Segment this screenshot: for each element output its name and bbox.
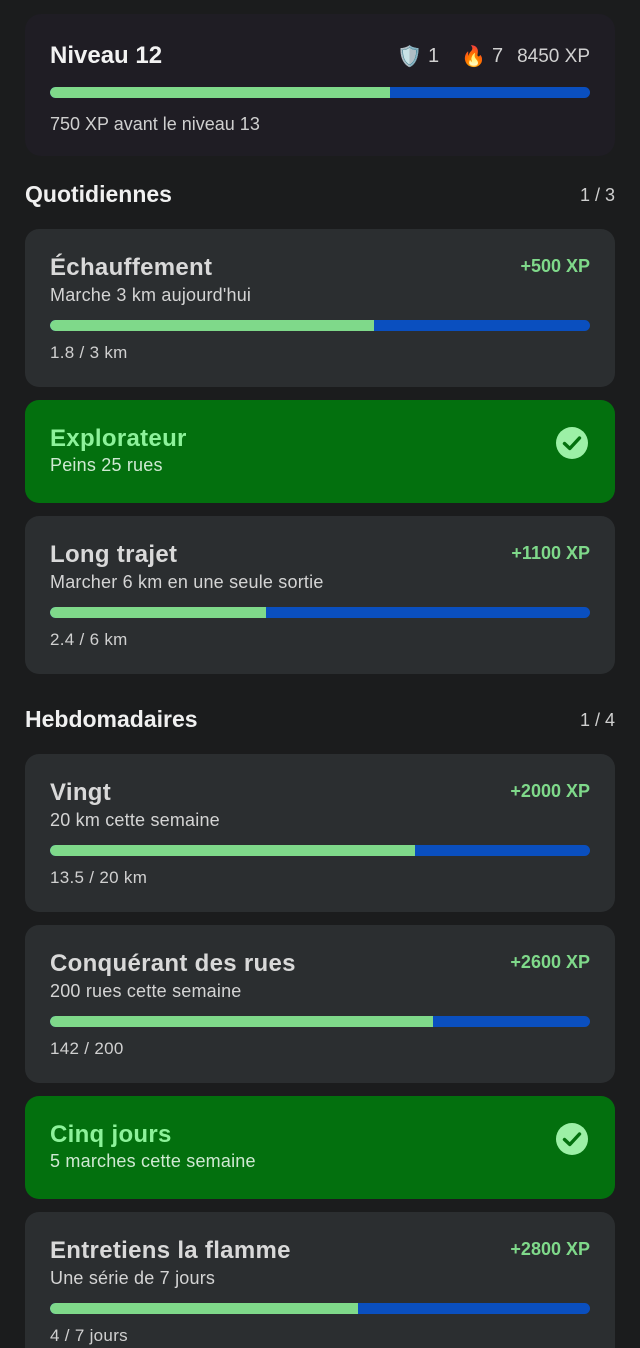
quest-card[interactable]: Long trajet +1100 XP Marcher 6 km en une…: [25, 516, 615, 674]
quest-card[interactable]: Échauffement +500 XP Marche 3 km aujourd…: [25, 229, 615, 387]
quest-progress-fill: [50, 320, 374, 331]
quest-progress-bar: [50, 1303, 590, 1314]
quest-card[interactable]: Conquérant des rues +2600 XP 200 rues ce…: [25, 925, 615, 1083]
quest-progress-text: 1.8 / 3 km: [50, 343, 128, 362]
quest-xp-reward: +2000 XP: [510, 781, 590, 801]
quest-progress-text: 4 / 7 jours: [50, 1326, 128, 1345]
level-progress-bar: [50, 87, 590, 98]
quest-xp-reward: +500 XP: [520, 256, 590, 276]
level-title: Niveau 12: [50, 42, 163, 69]
quest-progress-text: 142 / 200: [50, 1039, 124, 1058]
quest-xp-reward: +1100 XP: [511, 543, 590, 563]
quest-xp-reward: +2600 XP: [510, 952, 590, 972]
streak-count: 7: [491, 45, 504, 67]
quest-description: Marcher 6 km en une seule sortie: [50, 572, 324, 592]
shield-icon: 🛡️: [397, 46, 422, 68]
quest-progress-bar: [50, 845, 590, 856]
quest-progress-fill: [50, 1016, 434, 1027]
quest-title: Conquérant des rues: [50, 950, 296, 977]
level-subtitle: 750 XP avant le niveau 13: [50, 114, 260, 134]
check-circle-icon: [556, 1123, 588, 1155]
shield-count: 1: [427, 45, 440, 67]
section-count-daily: 1 / 3: [579, 185, 615, 205]
quest-description: 200 rues cette semaine: [50, 981, 242, 1001]
quest-title: Cinq jours: [50, 1121, 172, 1148]
total-xp: 8450 XP: [517, 45, 590, 67]
section-title-weekly: Hebdomadaires: [25, 706, 198, 732]
section-title-daily: Quotidiennes: [25, 181, 172, 207]
check-circle-icon: [556, 427, 588, 459]
quest-description: 5 marches cette semaine: [50, 1151, 256, 1171]
quest-xp-reward: +2800 XP: [510, 1239, 590, 1259]
quest-progress-bar: [50, 1016, 590, 1027]
quest-title: Entretiens la flamme: [50, 1237, 291, 1264]
quest-progress-text: 13.5 / 20 km: [50, 868, 148, 887]
quest-card-completed[interactable]: Cinq jours 5 marches cette semaine: [25, 1096, 615, 1199]
quest-description: Marche 3 km aujourd'hui: [50, 285, 252, 305]
quest-card[interactable]: Vingt +2000 XP 20 km cette semaine 13.5 …: [25, 754, 615, 912]
fire-icon: 🔥: [461, 46, 486, 68]
level-progress-fill: [50, 87, 391, 98]
quest-progress-text: 2.4 / 6 km: [50, 630, 128, 649]
quest-title: Échauffement: [50, 254, 213, 281]
quest-progress-fill: [50, 845, 415, 856]
quest-progress-bar: [50, 607, 590, 618]
quest-description: Une série de 7 jours: [50, 1268, 216, 1288]
quest-card[interactable]: Entretiens la flamme +2800 XP Une série …: [25, 1212, 615, 1348]
quest-title: Long trajet: [50, 541, 178, 568]
level-stats: 🛡️ 1 🔥 7 8450 XP: [397, 44, 590, 69]
quest-progress-fill: [50, 607, 266, 618]
section-count-weekly: 1 / 4: [579, 710, 615, 730]
quest-description: Peins 25 rues: [50, 455, 163, 475]
quest-title: Vingt: [50, 779, 112, 806]
quest-description: 20 km cette semaine: [50, 810, 220, 830]
quest-progress-bar: [50, 320, 590, 331]
level-card: Niveau 12 🛡️ 1 🔥 7 8450 XP 750 XP avant …: [25, 14, 615, 156]
quest-card-completed[interactable]: Explorateur Peins 25 rues: [25, 400, 615, 503]
quest-title: Explorateur: [50, 425, 187, 452]
quest-progress-fill: [50, 1303, 359, 1314]
